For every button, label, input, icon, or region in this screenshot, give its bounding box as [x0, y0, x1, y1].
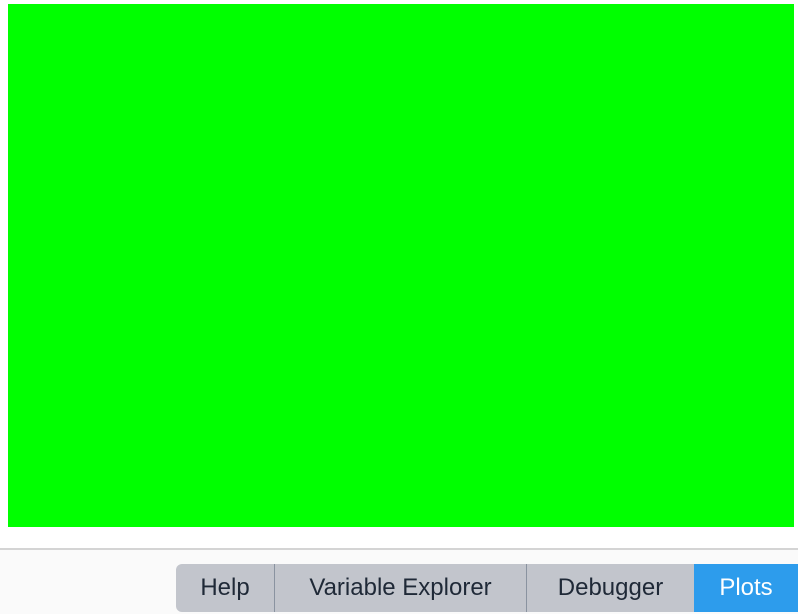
tab-variable-explorer[interactable]: Variable Explorer [275, 564, 527, 612]
tab-debugger[interactable]: Debugger [527, 564, 694, 612]
tab-plots-label: Plots [719, 574, 773, 601]
tab-help[interactable]: Help [176, 564, 275, 612]
plot-figure[interactable] [8, 4, 794, 527]
tab-help-label: Help [200, 574, 250, 601]
tab-debugger-label: Debugger [557, 574, 664, 601]
plots-pane [0, 0, 798, 548]
tab-plots[interactable]: Plots [694, 564, 798, 612]
pane-tabs: Help Variable Explorer Debugger Plots [176, 564, 798, 612]
tab-variable-explorer-label: Variable Explorer [309, 574, 492, 601]
pane-tab-bar: Help Variable Explorer Debugger Plots [0, 550, 798, 614]
